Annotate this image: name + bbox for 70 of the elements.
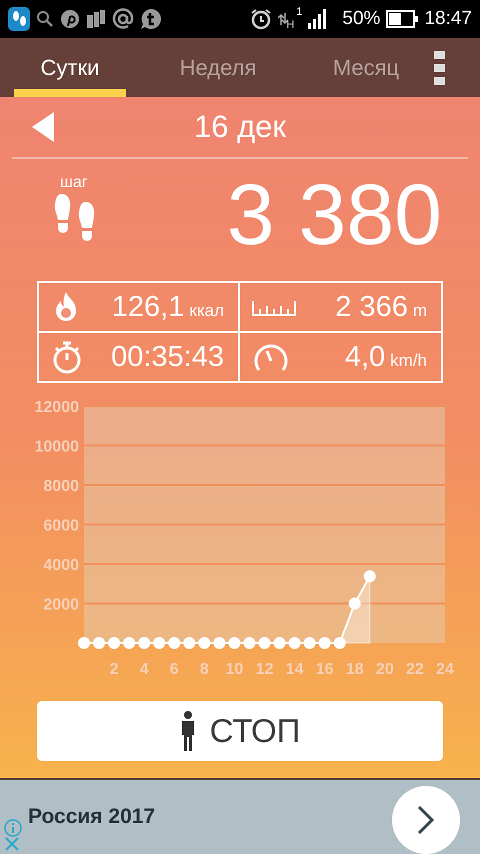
axis-label: 10000 (34, 438, 79, 456)
alarm-icon (250, 8, 272, 30)
data-point (304, 637, 316, 649)
axis-label: 24 (436, 661, 454, 678)
axis-label: 10 (226, 661, 244, 678)
data-point (334, 637, 346, 649)
battery-percent: 50% (342, 8, 380, 30)
sim-number: 1 (296, 6, 302, 18)
data-point (138, 637, 150, 649)
axis-label: 12000 (34, 399, 79, 416)
tab[interactable]: Неделя (162, 38, 274, 97)
data-point (274, 637, 286, 649)
person-icon (180, 711, 196, 751)
data-point (228, 637, 240, 649)
data-point (153, 637, 166, 649)
axis-label: 4000 (43, 557, 79, 574)
ad-title: Россия 2017 (28, 805, 156, 829)
stat-value: 00:35:43 (111, 340, 224, 374)
axis-label: 12 (256, 661, 274, 678)
data-point (183, 637, 196, 649)
overflow-menu-icon[interactable] (434, 50, 446, 84)
axis-label: 4 (140, 661, 149, 678)
pin-icon (60, 9, 80, 29)
data-point (213, 637, 226, 649)
back-arrow-icon[interactable] (32, 112, 54, 142)
info-icon[interactable] (4, 819, 22, 837)
axis-label: 22 (406, 661, 424, 678)
stopwatch-icon (51, 340, 83, 374)
data-point (123, 637, 136, 649)
clock: 18:47 (424, 8, 472, 30)
data-point (78, 637, 90, 649)
data-point (258, 637, 270, 649)
steps-label: шаг (60, 174, 89, 192)
data-point (364, 570, 376, 582)
at-sign-icon (112, 8, 134, 30)
axis-label: 20 (376, 661, 394, 678)
signal-icon (308, 9, 326, 29)
chat-bubble-icon (140, 8, 162, 30)
data-point (198, 637, 210, 649)
stat-value: 4,0 km/h (344, 340, 427, 374)
data-point (93, 637, 106, 649)
data-point (288, 637, 301, 649)
network-type: H (286, 19, 294, 31)
data-point (168, 637, 180, 649)
chevron-right-icon (417, 805, 435, 835)
battery-icon (386, 10, 418, 28)
stat-value: 126,1 ккал (112, 290, 224, 324)
data-point (318, 637, 331, 649)
axis-label: 18 (346, 661, 364, 678)
axis-label: 6 (170, 661, 179, 678)
footprints-icon (8, 7, 30, 31)
step-count: 3 380 (226, 172, 442, 258)
axis-label: 2000 (43, 596, 79, 614)
data-arrows-icon (278, 13, 288, 25)
stack-icon (86, 9, 106, 29)
data-point (348, 598, 361, 610)
data-point (243, 637, 256, 649)
search-icon (36, 10, 54, 28)
close-icon[interactable] (4, 836, 20, 852)
data-point (108, 637, 120, 649)
axis-label: 6000 (43, 518, 79, 534)
axis-label: 16 (316, 661, 334, 678)
stat-value: 2 366 m (335, 290, 427, 324)
date-title: 16 дек (194, 109, 286, 145)
axis-label: 8000 (43, 478, 79, 495)
axis-label: 8 (200, 661, 209, 678)
axis-label: 14 (286, 661, 304, 678)
axis-label: 2 (110, 661, 119, 678)
tab[interactable]: Месяц (310, 38, 422, 97)
stop-button[interactable]: СТОП (37, 701, 443, 761)
